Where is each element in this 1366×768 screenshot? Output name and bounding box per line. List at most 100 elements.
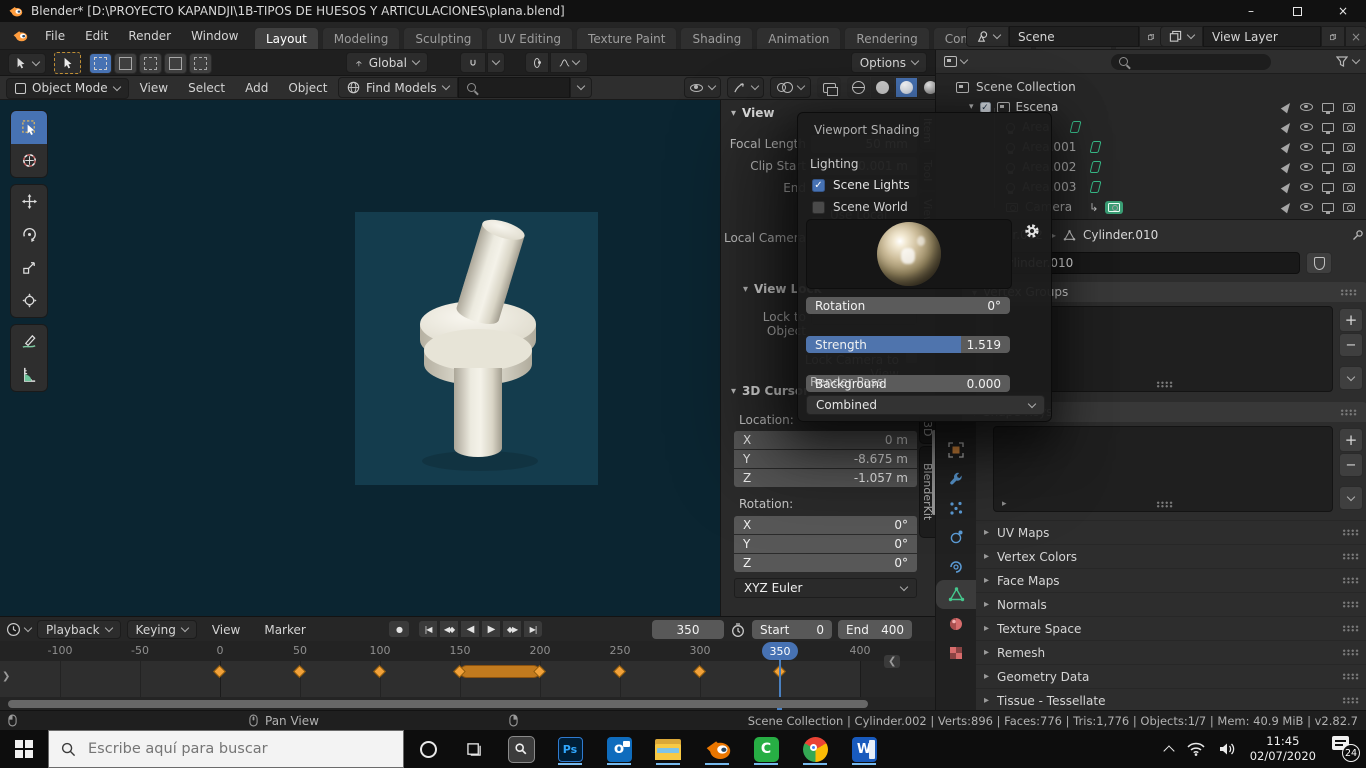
scene-lights-checkbox[interactable] (812, 178, 825, 192)
viewport-disable-icon[interactable] (1322, 182, 1334, 194)
breadcrumb-data[interactable]: Cylinder.010 (1083, 228, 1158, 242)
hide-eye-icon[interactable] (1300, 183, 1313, 191)
outliner-row-scene-collection[interactable]: Scene Collection (936, 77, 1366, 97)
timeline-ruler[interactable]: -100 -50 0 50 100 150 200 250 300 400 35… (0, 641, 935, 661)
maximize-button[interactable] (1274, 6, 1320, 16)
panel-grip[interactable] (1342, 601, 1359, 608)
keyframe[interactable] (613, 665, 626, 678)
expand-left-icon[interactable]: ❯ (2, 671, 10, 682)
workspace-tab-animation[interactable]: Animation (756, 27, 842, 49)
timeline-menu-view[interactable]: View (203, 620, 249, 639)
current-frame-field[interactable]: 350 (652, 620, 724, 639)
cursor-rot-z[interactable]: Z 0° (734, 554, 917, 572)
panel-remesh[interactable]: Remesh (976, 640, 1366, 664)
panel-grip[interactable] (1342, 577, 1359, 584)
viewport-disable-icon[interactable] (1322, 102, 1334, 114)
scene-world-checkbox[interactable] (812, 200, 825, 214)
tool-transform[interactable] (11, 284, 47, 317)
workspace-tab-shading[interactable]: Shading (680, 27, 754, 49)
selectable-icon[interactable] (1280, 120, 1294, 134)
keyframe[interactable] (373, 665, 386, 678)
snap-options-dropdown[interactable] (487, 52, 505, 73)
menu-window[interactable]: Window (182, 24, 247, 48)
vertex-group-remove-button[interactable] (1339, 333, 1363, 357)
list-resize-grip[interactable] (1156, 501, 1173, 508)
select-mode-intersect-button[interactable] (189, 52, 212, 74)
viewport-menu-view[interactable]: View (131, 77, 177, 99)
outliner-search-input[interactable] (1134, 54, 1244, 69)
render-disable-icon[interactable] (1343, 102, 1355, 112)
timeline-scrollbar[interactable] (0, 697, 935, 711)
panel-grip[interactable] (1342, 625, 1359, 632)
background-slider[interactable]: Background 0.000 (806, 375, 1010, 392)
cursor-loc-y[interactable]: Y -8.675 m (734, 450, 917, 468)
studiolight-settings-button[interactable] (1020, 219, 1044, 243)
menu-edit[interactable]: Edit (76, 24, 117, 48)
taskbar-search-box[interactable] (48, 730, 404, 768)
jump-to-start-button[interactable]: |◀ (418, 620, 438, 638)
panel-texture-space[interactable]: Texture Space (976, 616, 1366, 640)
tool-annotate[interactable] (11, 325, 47, 358)
hide-eye-icon[interactable] (1300, 143, 1313, 151)
render-disable-icon[interactable] (1343, 122, 1355, 132)
jump-to-end-button[interactable]: ▶| (523, 620, 543, 638)
menu-render[interactable]: Render (119, 24, 180, 48)
tab-modifier-properties[interactable] (936, 464, 976, 493)
proportional-editing-button[interactable] (525, 52, 549, 73)
viewport-menu-object[interactable]: Object (279, 77, 336, 99)
wifi-icon[interactable] (1187, 742, 1205, 756)
timeline-editor-dropdown[interactable] (6, 622, 33, 637)
tab-texture-properties[interactable] (936, 638, 976, 667)
active-tool-dropdown[interactable] (8, 52, 46, 74)
render-disable-icon[interactable] (1343, 142, 1355, 152)
tab-physics-properties[interactable] (936, 522, 976, 551)
render-disable-icon[interactable] (1343, 182, 1355, 192)
hide-eye-icon[interactable] (1300, 103, 1313, 111)
panel-uv-maps[interactable]: UV Maps (976, 520, 1366, 544)
workspace-tab-rendering[interactable]: Rendering (844, 27, 930, 49)
panel-view-header[interactable]: View (731, 106, 774, 120)
overlays-dropdown[interactable] (770, 77, 811, 98)
new-view-layer-button[interactable] (1321, 26, 1345, 47)
cursor-rot-x[interactable]: X 0° (734, 516, 917, 534)
snap-toggle-button[interactable] (460, 52, 486, 73)
timeline-menu-marker[interactable]: Marker (255, 620, 314, 639)
viewport-disable-icon[interactable] (1322, 202, 1334, 214)
selectable-icon[interactable] (1280, 200, 1294, 214)
keyframe-range-bar[interactable] (460, 665, 540, 678)
collection-checkbox[interactable] (979, 101, 991, 113)
start-button[interactable] (0, 730, 48, 768)
viewport-3d[interactable] (0, 100, 720, 616)
collapse-right-icon[interactable]: ❮ (884, 655, 901, 668)
timeline-track[interactable]: ❯ ❮ (0, 655, 935, 697)
panel-grip[interactable] (1342, 649, 1359, 656)
frame-end-field[interactable]: End 400 (838, 620, 912, 639)
shape-keys-list[interactable]: ▸ (993, 426, 1333, 512)
pin-icon[interactable] (1352, 229, 1364, 241)
scene-name-field[interactable]: Scene (1009, 26, 1139, 47)
playback-menu[interactable]: Playback (37, 620, 121, 639)
taskbar-app-outlook[interactable]: o (597, 733, 641, 765)
taskbar-app-word[interactable]: W (842, 733, 886, 765)
next-keyframe-button[interactable]: ◆▶ (502, 620, 522, 638)
panel-tissue-tessellate[interactable]: Tissue - Tessellate (976, 688, 1366, 712)
hide-eye-icon[interactable] (1300, 163, 1313, 171)
outliner-search-field[interactable] (1111, 53, 1271, 70)
workspace-tab-uv-editing[interactable]: UV Editing (486, 27, 574, 49)
cortana-button[interactable] (404, 730, 452, 768)
cursor-rot-y[interactable]: Y 0° (734, 535, 917, 553)
xray-toggle-button[interactable] (817, 77, 841, 98)
joint-model[interactable] (388, 218, 568, 478)
transform-orientation-dropdown[interactable]: Global (346, 52, 428, 73)
selectable-icon[interactable] (1280, 140, 1294, 154)
tool-measure[interactable] (11, 358, 47, 391)
minimize-button[interactable]: – (1228, 4, 1274, 18)
chevron-down-icon[interactable] (1351, 55, 1361, 65)
list-expand-icon[interactable]: ▸ (1002, 499, 1007, 509)
gizmos-dropdown[interactable] (727, 77, 764, 98)
view-layer-icon-button[interactable] (1160, 26, 1203, 47)
tool-cursor[interactable] (11, 144, 47, 177)
tab-particle-properties[interactable] (936, 493, 976, 522)
prev-keyframe-button[interactable]: ◀◆ (439, 620, 459, 638)
rotation-order-dropdown[interactable]: XYZ Euler (734, 578, 917, 598)
